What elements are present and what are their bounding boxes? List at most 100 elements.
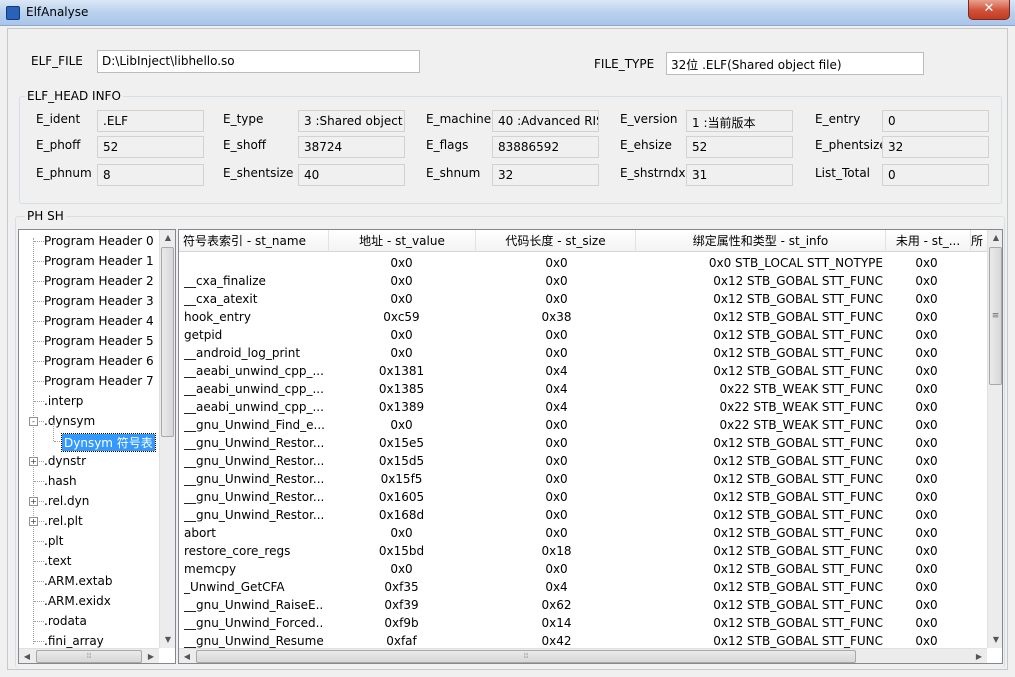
tree-item[interactable]: .dynsym bbox=[44, 414, 95, 428]
tree-scroll-down-icon[interactable]: ▼ bbox=[160, 632, 175, 648]
table-cell: 0x0 bbox=[390, 292, 413, 306]
table-scroll-left-icon[interactable]: ◀ bbox=[179, 649, 195, 663]
expand-icon[interactable]: + bbox=[29, 517, 38, 526]
table-row[interactable]: __android_log_print 0x0 0x0 0x12 STB_GOBAL … bbox=[179, 344, 987, 362]
table-row[interactable]: abort 0x0 0x0 0x12 STB_GOBAL STT_FUNC 0x0 bbox=[179, 524, 987, 542]
table-cell: 0x0 bbox=[545, 562, 568, 576]
table-scroll-down-icon[interactable]: ▼ bbox=[988, 632, 1002, 648]
close-button[interactable]: ✕ bbox=[968, 0, 1010, 20]
tree-item[interactable]: Program Header 2 bbox=[44, 274, 154, 288]
table-cell: 0x0 bbox=[915, 562, 938, 576]
tree-item[interactable]: Program Header 6 bbox=[44, 354, 154, 368]
field-value-e-ident[interactable]: .ELF bbox=[97, 110, 204, 132]
collapse-icon[interactable]: - bbox=[29, 417, 38, 426]
tree-item[interactable]: Program Header 4 bbox=[44, 314, 154, 328]
tree-scroll-left-icon[interactable]: ◀ bbox=[19, 649, 35, 663]
field-value-e-ehsize[interactable]: 52 bbox=[686, 136, 793, 158]
tree-item[interactable]: .ARM.exidx bbox=[44, 594, 111, 608]
column-header-st-name[interactable]: 符号表索引 - st_name bbox=[179, 230, 329, 252]
elf-file-input[interactable]: D:\LibInject\libhello.so bbox=[97, 50, 420, 73]
table-row[interactable]: __gnu_Unwind_RaiseE... 0xf39 0x62 0x12 STB_… bbox=[179, 596, 987, 614]
tree-item[interactable]: Program Header 1 bbox=[44, 254, 154, 268]
tree-item[interactable]: .fini_array bbox=[44, 634, 104, 648]
file-type-input[interactable]: 32位 .ELF(Shared object file) bbox=[666, 52, 924, 75]
table-vscrollbar[interactable]: ▲ ≡ ▼ bbox=[987, 230, 1002, 648]
table-cell: 0x0 bbox=[915, 328, 938, 342]
tree-item[interactable]: .plt bbox=[44, 534, 63, 548]
table-row[interactable]: __gnu_Unwind_Restor... 0x15e5 0x0 0x12 STB_… bbox=[179, 434, 987, 452]
section-tree[interactable]: Program Header 0 Program Header 1 Program … bbox=[18, 229, 176, 664]
table-scroll-right-icon[interactable]: ▶ bbox=[971, 649, 987, 663]
tree-hscrollbar[interactable]: ◀ ⦙⦙⦙ ▶ bbox=[19, 648, 159, 663]
table-row[interactable]: restore_core_regs 0x15bd 0x18 0x12 STB_GOBA… bbox=[179, 542, 987, 560]
table-scroll-up-icon[interactable]: ▲ bbox=[988, 230, 1002, 246]
table-row[interactable]: memcpy 0x0 0x0 0x12 STB_GOBAL STT_FUNC 0x0 bbox=[179, 560, 987, 578]
table-row[interactable]: 0x0 0x0 0x0 STB_LOCAL STT_NOTYPE 0x0 bbox=[179, 254, 987, 272]
tree-item[interactable]: .hash bbox=[44, 474, 77, 488]
tree-connector bbox=[34, 361, 44, 362]
field-value-e-flags[interactable]: 83886592 bbox=[492, 136, 599, 158]
table-cell: 0x0 bbox=[545, 256, 568, 270]
column-header-st-other[interactable]: 未用 - st_... bbox=[886, 230, 971, 252]
expand-icon[interactable]: + bbox=[29, 497, 38, 506]
title-bar[interactable] bbox=[0, 0, 1015, 26]
tree-item[interactable]: .ARM.extab bbox=[44, 574, 112, 588]
tree-item[interactable]: Program Header 0 bbox=[44, 234, 154, 248]
tree-item[interactable]: .rodata bbox=[44, 614, 87, 628]
field-value-e-shoff[interactable]: 38724 bbox=[298, 136, 405, 158]
field-value-e-phentsize[interactable]: 32 bbox=[882, 136, 989, 158]
table-row[interactable]: __aeabi_unwind_cpp_... 0x1389 0x4 0x22 STB_… bbox=[179, 398, 987, 416]
column-header-st-shndx[interactable]: 所 bbox=[971, 230, 987, 252]
expand-icon[interactable]: + bbox=[29, 457, 38, 466]
table-cell: 0x0 bbox=[915, 310, 938, 324]
table-row[interactable]: getpid 0x0 0x0 0x12 STB_GOBAL STT_FUNC 0x0 bbox=[179, 326, 987, 344]
field-value-e-phnum[interactable]: 8 bbox=[97, 164, 204, 186]
table-row[interactable]: _Unwind_GetCFA 0xf35 0x4 0x12 STB_GOBAL STT… bbox=[179, 578, 987, 596]
table-row[interactable]: __cxa_finalize 0x0 0x0 0x12 STB_GOBAL STT_F… bbox=[179, 272, 987, 290]
field-value-list-total[interactable]: 0 bbox=[882, 164, 989, 186]
tree-scroll-right-icon[interactable]: ▶ bbox=[143, 649, 159, 663]
field-label-e-type: E_type bbox=[223, 112, 264, 126]
table-row[interactable]: __gnu_Unwind_Restor... 0x15f5 0x0 0x12 STB_… bbox=[179, 470, 987, 488]
table-cell: 0x15e5 bbox=[378, 436, 425, 450]
field-value-e-shstrndx[interactable]: 31 bbox=[686, 164, 793, 186]
column-header-st-value[interactable]: 地址 - st_value bbox=[329, 230, 476, 252]
tree-vscrollbar[interactable]: ▲ ▼ bbox=[159, 230, 175, 648]
table-row[interactable]: __gnu_Unwind_Restor... 0x168d 0x0 0x12 STB_… bbox=[179, 506, 987, 524]
field-value-e-shentsize[interactable]: 40 bbox=[298, 164, 405, 186]
field-value-e-version[interactable]: 1 :当前版本 bbox=[686, 110, 793, 132]
table-row[interactable]: __aeabi_unwind_cpp_... 0x1381 0x4 0x12 STB_… bbox=[179, 362, 987, 380]
tree-connector bbox=[34, 261, 44, 262]
tree-item[interactable]: .rel.dyn bbox=[44, 494, 89, 508]
column-header-st-info[interactable]: 绑定属性和类型 - st_info bbox=[636, 230, 886, 252]
table-row[interactable]: __gnu_Unwind_Restor... 0x15d5 0x0 0x12 STB_… bbox=[179, 452, 987, 470]
field-value-e-machine[interactable]: 40 :Advanced RIS bbox=[492, 110, 599, 132]
field-value-e-phoff[interactable]: 52 bbox=[97, 136, 204, 158]
table-row[interactable]: __cxa_atexit 0x0 0x0 0x12 STB_GOBAL STT_FUN… bbox=[179, 290, 987, 308]
field-value-e-type[interactable]: 3 :Shared object f bbox=[298, 110, 405, 132]
tree-item[interactable]: Dynsym 符号表 bbox=[61, 433, 156, 452]
table-row[interactable]: __gnu_Unwind_Restor... 0x1605 0x0 0x12 STB_… bbox=[179, 488, 987, 506]
tree-item[interactable]: .text bbox=[44, 554, 72, 568]
tree-item[interactable]: .rel.plt bbox=[44, 514, 83, 528]
tree-item[interactable]: Program Header 7 bbox=[44, 374, 154, 388]
tree-scroll-up-icon[interactable]: ▲ bbox=[160, 230, 175, 246]
field-value-e-shnum[interactable]: 32 bbox=[492, 164, 599, 186]
tree-hscroll-thumb[interactable]: ⦙⦙⦙ bbox=[36, 650, 142, 663]
table-hscrollbar[interactable]: ◀ ⦙⦙⦙ ▶ bbox=[179, 648, 987, 663]
tree-item[interactable]: Program Header 3 bbox=[44, 294, 154, 308]
dynsym-table[interactable]: 符号表索引 - st_name 地址 - st_value 代码长度 - st_… bbox=[178, 229, 1003, 664]
table-cell: 0x12 STB_GOBAL STT_FUNC bbox=[713, 346, 883, 360]
field-value-e-entry[interactable]: 0 bbox=[882, 110, 989, 132]
tree-vscroll-thumb[interactable] bbox=[161, 247, 174, 437]
table-vscroll-thumb[interactable]: ≡ bbox=[989, 247, 1002, 385]
table-row[interactable]: __aeabi_unwind_cpp_... 0x1385 0x4 0x22 STB_… bbox=[179, 380, 987, 398]
table-row[interactable]: __gnu_Unwind_Forced... 0xf9b 0x14 0x12 STB_… bbox=[179, 614, 987, 632]
column-header-st-size[interactable]: 代码长度 - st_size bbox=[476, 230, 636, 252]
tree-item[interactable]: .interp bbox=[44, 394, 83, 408]
tree-item[interactable]: Program Header 5 bbox=[44, 334, 154, 348]
table-row[interactable]: hook_entry 0xc59 0x38 0x12 STB_GOBAL STT_FU… bbox=[179, 308, 987, 326]
table-hscroll-thumb[interactable]: ⦙⦙⦙ bbox=[196, 650, 856, 663]
tree-item[interactable]: .dynstr bbox=[44, 454, 86, 468]
table-row[interactable]: __gnu_Unwind_Find_e... 0x0 0x0 0x22 STB_WEA… bbox=[179, 416, 987, 434]
